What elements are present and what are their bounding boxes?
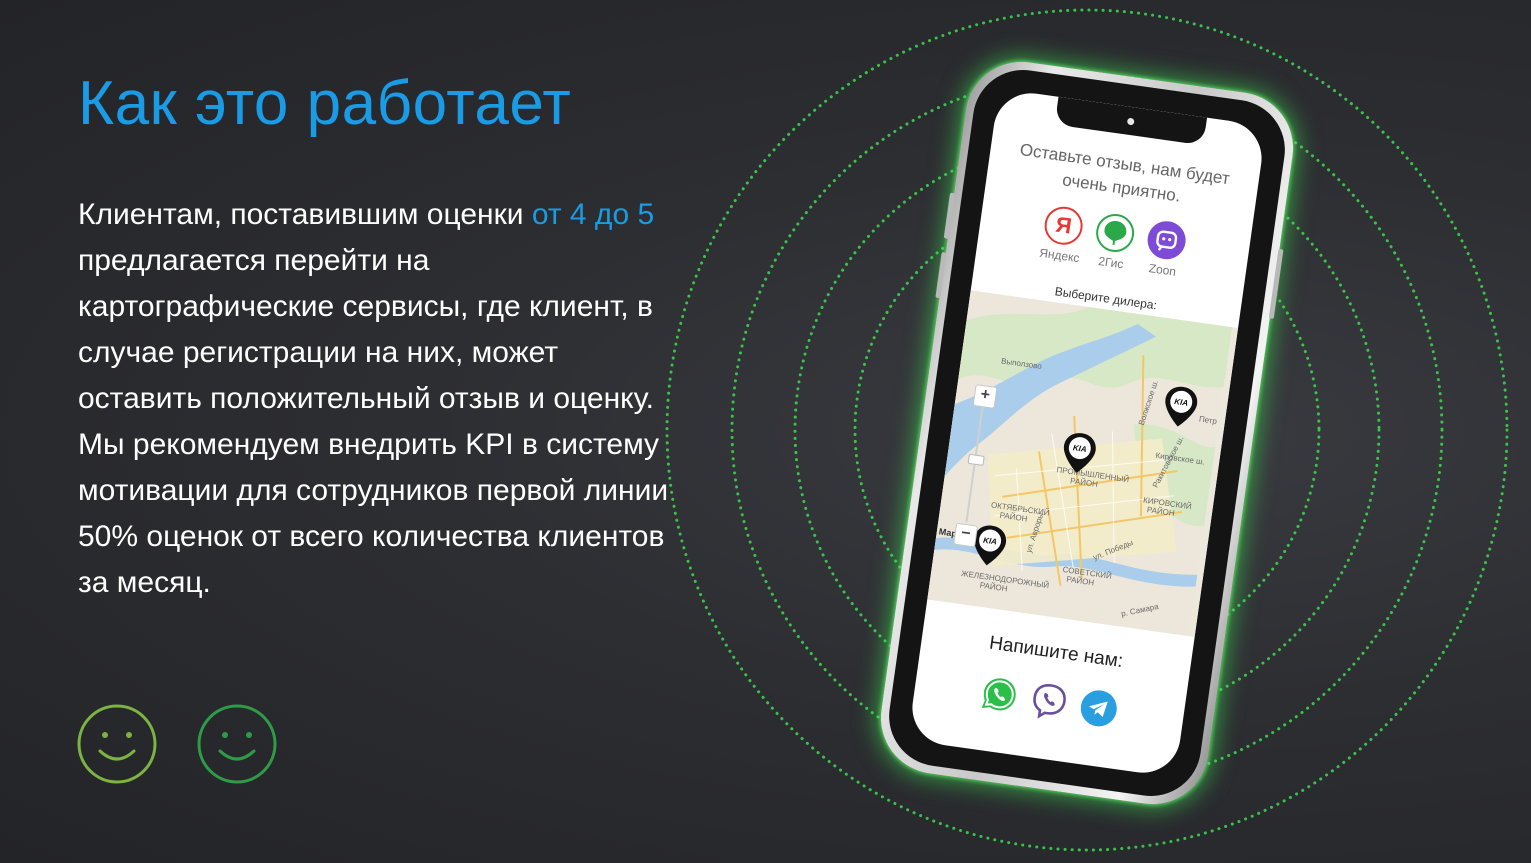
service-label: Zoon <box>1147 261 1177 279</box>
phone-screen: Оставьте отзыв, нам будет очень приятно.… <box>907 88 1267 778</box>
description-part-2: предлагается перейти на картографические… <box>78 244 669 599</box>
2gis-icon[interactable] <box>1093 211 1137 255</box>
service-zoon[interactable]: Zoon <box>1140 218 1191 280</box>
map-zoom-slider-handle[interactable] <box>967 453 985 466</box>
description-part-1: Клиентам, поставившим оценки <box>78 198 532 231</box>
telegram-icon[interactable] <box>1076 686 1121 731</box>
whatsapp-icon[interactable] <box>977 672 1022 717</box>
zoon-icon[interactable] <box>1145 218 1189 262</box>
map-zoom-in-button[interactable]: + <box>972 384 998 409</box>
service-2gis[interactable]: 2Гис <box>1088 211 1139 273</box>
page-title: Как это работает <box>78 69 572 138</box>
front-camera-icon <box>1126 117 1135 126</box>
service-label: Яндекс <box>1038 245 1081 266</box>
service-yandex[interactable]: Я Яндекс <box>1037 204 1088 266</box>
smiley-face-icon <box>77 704 157 784</box>
phone-notch <box>1054 96 1208 146</box>
rating-range-highlight: от 4 до 5 <box>531 198 655 231</box>
smiley-face-icon <box>197 704 277 784</box>
dealer-map[interactable]: Выползово ПРОМЫШЛЕННЫЙ РАЙОН ОКТЯБРЬСКИЙ… <box>927 290 1239 637</box>
yandex-icon[interactable]: Я <box>1042 204 1086 248</box>
description-text: Клиентам, поставившим оценки от 4 до 5 п… <box>78 192 678 606</box>
viber-icon[interactable] <box>1027 679 1072 724</box>
map-zoom-out-button[interactable]: − <box>953 522 979 548</box>
service-label: 2Гис <box>1097 253 1125 272</box>
